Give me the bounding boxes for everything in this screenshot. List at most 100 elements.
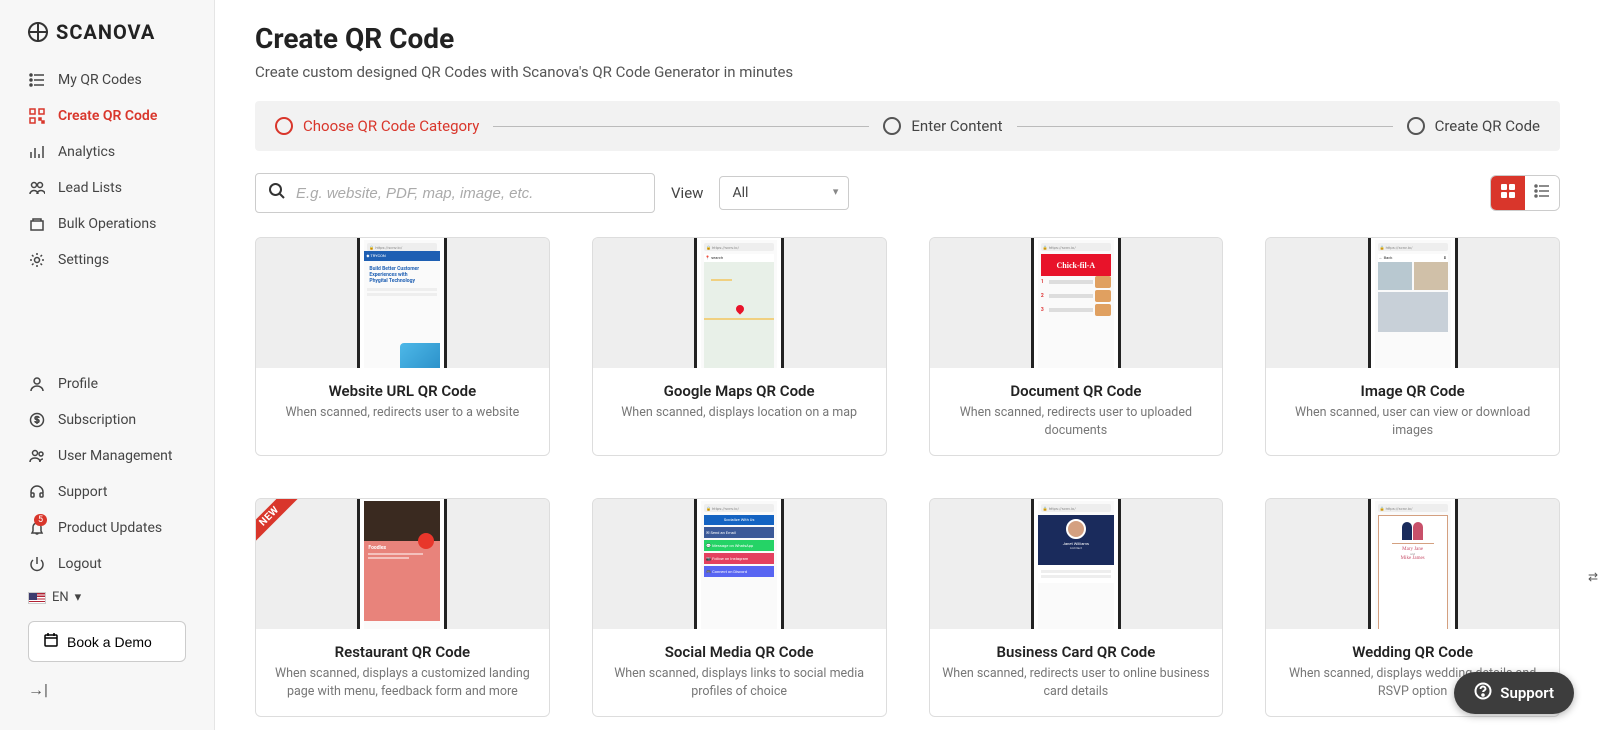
calendar-icon — [43, 632, 59, 651]
side-panel-toggle[interactable]: ⇄ — [1588, 570, 1598, 584]
dollar-icon — [28, 411, 46, 429]
card-preview: 🔒 https://scnv.io/Chick-fil-A123 — [930, 238, 1223, 368]
sidebar-item-support[interactable]: Support — [14, 474, 200, 510]
card-social-media[interactable]: 🔒 https://scnv.io/Socialize With Us✉ Sen… — [592, 498, 887, 717]
card-desc: When scanned, user can view or download … — [1278, 404, 1547, 439]
step-divider — [1017, 126, 1393, 127]
sidebar-item-label: Logout — [58, 556, 102, 572]
card-title: Social Media QR Code — [605, 643, 874, 661]
view-filter-value: All — [732, 185, 748, 201]
sidebar-item-bulk[interactable]: Bulk Operations — [14, 206, 200, 242]
card-title: Wedding QR Code — [1278, 643, 1547, 661]
search-box[interactable] — [255, 173, 655, 213]
sidebar-item-label: Bulk Operations — [58, 216, 156, 232]
globe-icon — [28, 22, 48, 42]
sidebar-item-label: User Management — [58, 448, 172, 464]
sidebar-item-label: My QR Codes — [58, 72, 142, 88]
sidebar-item-settings[interactable]: Settings — [14, 242, 200, 278]
grid-view-button[interactable] — [1491, 176, 1525, 210]
sidebar-item-user-mgmt[interactable]: User Management — [14, 438, 200, 474]
card-desc: When scanned, displays a customized land… — [268, 665, 537, 700]
step-label: Create QR Code — [1435, 117, 1540, 135]
chevron-down-icon: ▾ — [75, 590, 82, 605]
card-title: Google Maps QR Code — [605, 382, 874, 400]
card-desc: When scanned, redirects user to a websit… — [268, 404, 537, 422]
card-title: Image QR Code — [1278, 382, 1547, 400]
card-google-maps[interactable]: 🔒 https://scnv.io/📍 search Google Maps Q… — [592, 237, 887, 456]
sidebar-item-profile[interactable]: Profile — [14, 366, 200, 402]
card-desc: When scanned, displays links to social m… — [605, 665, 874, 700]
step-choose-category[interactable]: Choose QR Code Category — [275, 117, 479, 135]
page-title: Create QR Code — [255, 22, 1560, 55]
step-divider — [493, 126, 869, 127]
step-circle-icon — [275, 117, 293, 135]
card-title: Website URL QR Code — [268, 382, 537, 400]
card-image[interactable]: 🔒 https://scnv.io/← Back⬇ Image QR Code W… — [1265, 237, 1560, 456]
list-view-button[interactable] — [1525, 176, 1559, 210]
qr-icon — [28, 107, 46, 125]
step-label: Enter Content — [911, 117, 1002, 135]
sidebar: SCANOVA My QR Codes Create QR Code Analy… — [0, 0, 215, 730]
grid-icon — [1500, 183, 1516, 203]
sidebar-item-label: Settings — [58, 252, 109, 268]
gear-icon — [28, 251, 46, 269]
search-input[interactable] — [296, 185, 642, 202]
step-enter-content[interactable]: Enter Content — [883, 117, 1002, 135]
card-preview: 🔒 https://scnv.io/Janet WilliamsArchitec… — [930, 499, 1223, 629]
sidebar-item-label: Subscription — [58, 412, 136, 428]
flag-us-icon — [28, 592, 46, 604]
view-filter-select[interactable]: All — [719, 176, 849, 210]
sidebar-item-label: Support — [58, 484, 107, 500]
sidebar-item-label: Profile — [58, 376, 98, 392]
card-title: Business Card QR Code — [942, 643, 1211, 661]
sidebar-item-create-qr[interactable]: Create QR Code — [14, 98, 200, 134]
sidebar-item-logout[interactable]: Logout — [14, 546, 200, 582]
card-business-card[interactable]: 🔒 https://scnv.io/Janet WilliamsArchitec… — [929, 498, 1224, 717]
support-fab[interactable]: Support — [1454, 672, 1574, 714]
list-icon — [28, 71, 46, 89]
help-icon — [1474, 682, 1492, 704]
card-preview: Foodles — [256, 499, 549, 629]
view-toggle — [1490, 175, 1560, 211]
sidebar-item-label: Lead Lists — [58, 180, 122, 196]
sidebar-item-label: Create QR Code — [58, 108, 157, 124]
sidebar-item-lead-lists[interactable]: Lead Lists — [14, 170, 200, 206]
toolbar: View All — [255, 173, 1560, 213]
sidebar-item-subscription[interactable]: Subscription — [14, 402, 200, 438]
language-label: EN — [52, 590, 69, 605]
card-website-url[interactable]: 🔒 https://scnv.io/◆ TRYCONBuild Better C… — [255, 237, 550, 456]
card-preview: 🔒 https://scnv.io/Socialize With Us✉ Sen… — [593, 499, 886, 629]
sidebar-item-updates[interactable]: 5 Product Updates — [14, 510, 200, 546]
collapse-sidebar-button[interactable]: →| — [0, 670, 214, 710]
card-preview: 🔒 https://scnv.io/◆ TRYCONBuild Better C… — [256, 238, 549, 368]
card-desc: When scanned, redirects user to online b… — [942, 665, 1211, 700]
sidebar-item-analytics[interactable]: Analytics — [14, 134, 200, 170]
card-restaurant[interactable]: NEW Foodles Restaurant QR CodeWhen scann… — [255, 498, 550, 717]
user-icon — [28, 375, 46, 393]
card-desc: When scanned, displays location on a map — [605, 404, 874, 422]
list-icon — [1534, 183, 1550, 203]
leads-icon — [28, 179, 46, 197]
bulk-icon — [28, 215, 46, 233]
sidebar-item-my-qr-codes[interactable]: My QR Codes — [14, 62, 200, 98]
brand-logo[interactable]: SCANOVA — [0, 20, 214, 62]
step-circle-icon — [883, 117, 901, 135]
card-title: Document QR Code — [942, 382, 1211, 400]
brand-name: SCANOVA — [56, 20, 155, 44]
search-icon — [268, 182, 286, 204]
sidebar-item-label: Analytics — [58, 144, 115, 160]
nav-account: Profile Subscription User Management Sup… — [0, 366, 214, 582]
sidebar-item-label: Product Updates — [58, 520, 162, 536]
card-preview: 🔒 https://scnv.io/📍 search — [593, 238, 886, 368]
nav-main: My QR Codes Create QR Code Analytics Lea… — [0, 62, 214, 278]
step-create-qr[interactable]: Create QR Code — [1407, 117, 1540, 135]
language-selector[interactable]: EN ▾ — [0, 582, 214, 613]
book-demo-button[interactable]: Book a Demo — [28, 621, 186, 662]
category-grid: 🔒 https://scnv.io/◆ TRYCONBuild Better C… — [255, 237, 1560, 730]
card-document[interactable]: 🔒 https://scnv.io/Chick-fil-A123 Documen… — [929, 237, 1224, 456]
main-content: Create QR Code Create custom designed QR… — [215, 0, 1600, 730]
card-preview: 🔒 https://scnv.io/← Back⬇ — [1266, 238, 1559, 368]
card-desc: When scanned, redirects user to uploaded… — [942, 404, 1211, 439]
power-icon — [28, 555, 46, 573]
book-demo-label: Book a Demo — [67, 634, 152, 650]
